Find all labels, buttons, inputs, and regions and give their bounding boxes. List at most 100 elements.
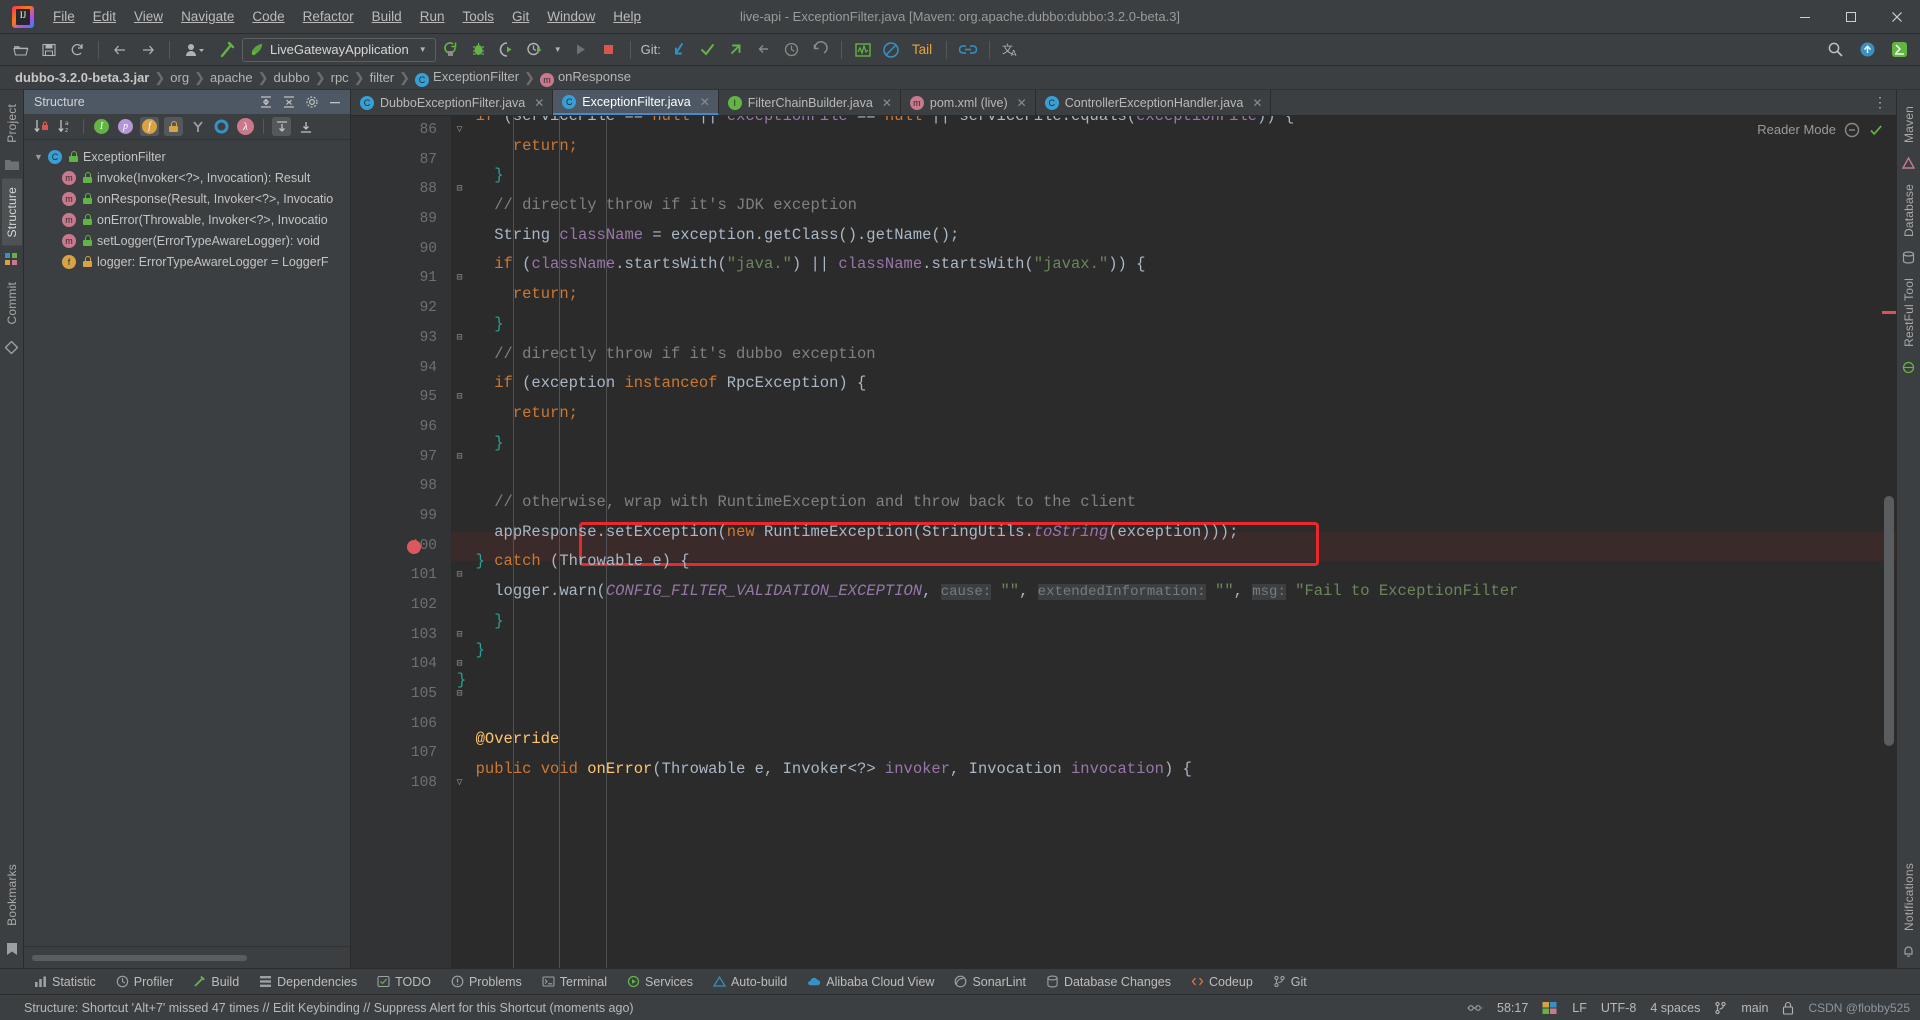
git-branch-icon[interactable] (1714, 1001, 1727, 1015)
bookmark-icon[interactable] (6, 942, 18, 956)
code-line-103[interactable]: } (451, 607, 1896, 637)
show-interfaces-icon[interactable] (212, 117, 231, 136)
tab-exceptionfilter[interactable]: C ExceptionFilter.java ✕ (553, 90, 719, 115)
structure-tree[interactable]: ▼ C ExceptionFilter m invoke(Invoker<?>,… (24, 140, 350, 946)
structure-horizontal-scroll[interactable] (24, 946, 350, 968)
rollback-icon[interactable] (751, 38, 777, 62)
status-message[interactable]: Structure: Shortcut 'Alt+7' missed 47 ti… (24, 1001, 634, 1015)
close-icon[interactable]: ✕ (700, 95, 710, 109)
chevron-down-icon[interactable]: ▼ (34, 152, 48, 162)
more-options-icon[interactable]: ⋮ (1873, 94, 1888, 111)
updates-arrow-icon[interactable] (1854, 38, 1880, 62)
rerun-icon[interactable] (438, 38, 464, 62)
gear-icon[interactable] (303, 93, 321, 111)
menu-git[interactable]: Git (503, 5, 538, 28)
gutter-line-97[interactable]: 97 ⊟ (351, 443, 463, 473)
tree-node-field-logger[interactable]: f logger: ErrorTypeAwareLogger = LoggerF (24, 251, 350, 272)
back-arrow-icon[interactable] (107, 38, 133, 62)
breadcrumb-item-jar[interactable]: dubbo-3.2.0-beta.3.jar (10, 70, 154, 85)
expand-all-icon[interactable] (257, 93, 275, 111)
bottom-tab-codeup[interactable]: Codeup (1181, 975, 1263, 989)
link-icon[interactable] (955, 38, 981, 62)
encoding[interactable]: UTF-8 (1601, 1001, 1636, 1015)
bottom-tab-database-changes[interactable]: Database Changes (1036, 975, 1181, 989)
maximize-button[interactable] (1828, 1, 1874, 33)
show-non-public-icon[interactable] (164, 117, 183, 136)
database-icon[interactable] (1902, 251, 1915, 264)
bottom-tab-statistic[interactable]: Statistic (24, 975, 106, 989)
code-editor[interactable]: 86 ▽ 87 88 ⊟ 89 90 91 ⊟ 92 93 ⊟ 94 95 ⊟ 96 97 ⊟ 98 99 100 101… (351, 116, 1896, 968)
gutter-line-92[interactable]: 92 (351, 294, 451, 324)
gutter-line-86[interactable]: 86 ▽ (351, 116, 463, 146)
menu-tools[interactable]: Tools (453, 5, 503, 28)
gutter-line-108[interactable]: 108 ▽ (351, 769, 463, 799)
menu-view[interactable]: View (125, 5, 172, 28)
gutter-line-101[interactable]: 101 ⊟ (351, 561, 463, 591)
gutter-line-102[interactable]: 102 (351, 591, 451, 621)
close-icon[interactable]: ✕ (882, 96, 892, 110)
sidebar-item-database[interactable]: Database (1899, 176, 1919, 245)
sort-alphabetically-icon[interactable]: az (56, 117, 75, 136)
show-lambdas-icon[interactable]: λ (236, 117, 255, 136)
bottom-tab-alibaba-cloud[interactable]: Alibaba Cloud View (797, 975, 944, 989)
gutter-line-94[interactable]: 94 (351, 354, 451, 384)
tab-dubboexceptionfilter[interactable]: C DubboExceptionFilter.java ✕ (351, 90, 554, 115)
sidebar-item-notifications[interactable]: Notifications (1899, 855, 1919, 939)
menu-refactor[interactable]: Refactor (294, 5, 363, 28)
code-line-104[interactable]: } (451, 636, 1896, 666)
menu-edit[interactable]: Edit (84, 5, 125, 28)
structure-grid-icon[interactable] (5, 253, 18, 266)
close-icon[interactable]: ✕ (1252, 96, 1262, 110)
sidebar-item-project[interactable]: Project (2, 96, 22, 151)
layout-icon[interactable] (1542, 1001, 1558, 1015)
inspections-icon[interactable] (1467, 1001, 1483, 1015)
tree-node-method-onresponse[interactable]: m onResponse(Result, Invoker<?>, Invocat… (24, 188, 350, 209)
breadcrumb-item-rpc[interactable]: rpc (326, 70, 354, 85)
gutter-line-87[interactable]: 87 (351, 146, 451, 176)
code-line-99[interactable]: // otherwise, wrap with RuntimeException… (451, 488, 1896, 518)
save-icon[interactable] (36, 38, 62, 62)
monitor-graph-icon[interactable] (850, 38, 876, 62)
code-content[interactable]: if (serviceFile == null || exceptionFile… (451, 116, 1896, 968)
gutter-line-93[interactable]: 93 ⊟ (351, 324, 463, 354)
code-line-95[interactable]: if (exception instanceof RpcException) { (451, 369, 1896, 399)
current-branch[interactable]: main (1741, 1001, 1768, 1015)
run-play-icon[interactable] (568, 38, 594, 62)
menu-help[interactable]: Help (604, 5, 650, 28)
sort-by-visibility-icon[interactable] (32, 117, 51, 136)
minimize-button[interactable] (1782, 1, 1828, 33)
caret-position[interactable]: 58:17 (1497, 1001, 1528, 1015)
menu-navigate[interactable]: Navigate (172, 5, 243, 28)
tab-pom-xml[interactable]: m pom.xml (live) ✕ (901, 90, 1036, 115)
breadcrumb-item-dubbo[interactable]: dubbo (269, 70, 315, 85)
gutter-line-105[interactable]: 105 ⊟ (351, 680, 463, 710)
tab-filterchainbuilder[interactable]: I FilterChainBuilder.java ✕ (719, 90, 901, 115)
menu-build[interactable]: Build (363, 5, 411, 28)
folder-icon[interactable] (4, 159, 19, 171)
hide-icon[interactable] (326, 93, 344, 111)
code-line-96[interactable]: return; (451, 399, 1896, 429)
push-arrow-icon[interactable] (723, 38, 749, 62)
run-with-coverage-icon[interactable] (494, 38, 520, 62)
tail-button[interactable]: Tail (906, 42, 938, 57)
gutter-line-98[interactable]: 98 (351, 472, 451, 502)
gutter-line-103[interactable]: 103 ⊟ (351, 621, 463, 651)
menu-file[interactable]: File (44, 5, 84, 28)
menu-run[interactable]: Run (411, 5, 454, 28)
code-line-93[interactable]: } (451, 310, 1896, 340)
open-folder-icon[interactable] (8, 38, 34, 62)
code-line-106[interactable] (451, 696, 1896, 726)
scroll-to-source-icon[interactable] (296, 117, 315, 136)
tree-node-method-invoke[interactable]: m invoke(Invoker<?>, Invocation): Result (24, 167, 350, 188)
menu-code[interactable]: Code (243, 5, 293, 28)
maven-icon[interactable] (1902, 157, 1915, 170)
code-line-86[interactable]: if (serviceFile == null || exceptionFile… (451, 116, 1896, 132)
close-icon[interactable]: ✕ (1017, 96, 1027, 110)
bottom-tab-git[interactable]: Git (1263, 975, 1317, 989)
bottom-tab-services[interactable]: Services (617, 975, 703, 989)
code-line-94[interactable]: // directly throw if it's dubbo exceptio… (451, 340, 1896, 370)
read-only-lock-icon[interactable] (1782, 1001, 1794, 1015)
bottom-tab-autobuild[interactable]: Auto-build (703, 975, 797, 989)
code-line-91[interactable]: if (className.startsWith("java.") || cla… (451, 250, 1896, 280)
restful-icon[interactable] (1902, 361, 1915, 374)
